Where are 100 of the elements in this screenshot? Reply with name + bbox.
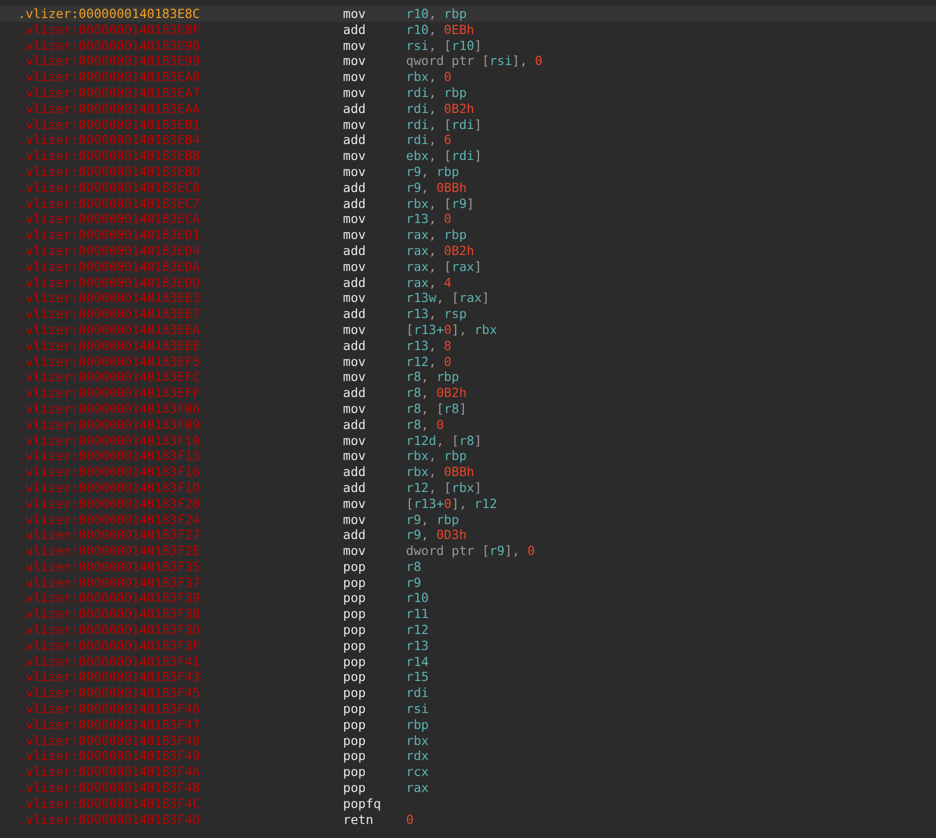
mnemonic-text: add — [343, 527, 367, 544]
address-text: .vlizer:0000000140183EEE — [18, 338, 201, 354]
code-line[interactable]: .vlizer:0000000140183F39 pop r10 — [0, 590, 936, 606]
operand-text: r13w, [rax] — [406, 290, 490, 306]
code-line[interactable]: .vlizer:0000000140183F1D add r12, [rbx] — [0, 480, 936, 496]
address-text: .vlizer:0000000140183EE7 — [18, 306, 201, 322]
code-line[interactable]: .vlizer:0000000140183F09 add r8, 0 — [0, 416, 936, 433]
operand-text: r9, rbp — [406, 512, 460, 528]
operand-text: rax, rbp — [406, 227, 467, 243]
code-line[interactable]: .vlizer:0000000140183EFC mov r8, rbp — [0, 369, 936, 386]
mnemonic-text: pop — [343, 748, 367, 764]
operand-text: r8, 0 — [406, 416, 444, 433]
address-text: .vlizer:0000000140183F09 — [18, 416, 201, 433]
code-line[interactable]: .vlizer:0000000140183F10 mov r12d, [r8] — [0, 432, 936, 448]
code-line[interactable]: .vlizer:0000000140183F37 pop r9 — [0, 574, 936, 590]
code-line[interactable]: .vlizer:0000000140183EB4 add rdi, 6 — [0, 132, 936, 148]
code-line[interactable]: .vlizer:0000000140183F49 pop rdx — [0, 748, 936, 764]
mnemonic-text: add — [343, 416, 367, 433]
mnemonic-text: add — [343, 480, 367, 496]
code-line[interactable]: .vlizer:0000000140183ECA mov r13, 0 — [0, 211, 936, 228]
code-line[interactable]: .vlizer:0000000140183E8F add r10, 0EBh — [0, 22, 936, 38]
address-text: .vlizer:0000000140183F37 — [18, 574, 201, 590]
code-line[interactable]: .vlizer:0000000140183EC0 add r9, 0BBh — [0, 180, 936, 196]
address-text: .vlizer:0000000140183F4C — [18, 796, 201, 812]
address-text: .vlizer:0000000140183F24 — [18, 512, 201, 528]
operand-text: r12, 0 — [406, 354, 452, 370]
mnemonic-text: add — [343, 132, 367, 148]
code-line[interactable]: .vlizer:0000000140183F24 mov r9, rbp — [0, 512, 936, 528]
code-line[interactable]: .vlizer:0000000140183F45 pop rdi — [0, 685, 936, 702]
code-line[interactable]: .vlizer:0000000140183F4A pop rcx — [0, 764, 936, 780]
operand-text: r12 — [406, 622, 429, 638]
code-line[interactable]: .vlizer:0000000140183EA7 mov rdi, rbp — [0, 84, 936, 101]
code-line[interactable]: .vlizer:0000000140183F41 pop r14 — [0, 654, 936, 670]
mnemonic-text: mov — [343, 496, 367, 512]
address-text: .vlizer:0000000140183E99 — [18, 53, 201, 70]
operand-text: r11 — [406, 606, 429, 622]
code-line[interactable]: .vlizer:0000000140183F48 pop rbx — [0, 732, 936, 748]
address-text: .vlizer:0000000140183F3F — [18, 638, 201, 654]
address-text: .vlizer:0000000140183F48 — [18, 732, 201, 748]
code-line[interactable]: .vlizer:0000000140183F3B pop r11 — [0, 606, 936, 622]
code-line[interactable]: .vlizer:0000000140183E99 mov qword ptr [rsi], 0 — [0, 53, 936, 70]
address-text: .vlizer:0000000140183F46 — [18, 701, 201, 717]
address-text: .vlizer:0000000140183EC7 — [18, 196, 201, 212]
code-line[interactable]: .vlizer:0000000140183EE7 add r13, rsp — [0, 306, 936, 322]
mnemonic-text: pop — [343, 654, 367, 670]
code-line[interactable]: .vlizer:0000000140183F16 add rbx, 0BBh — [0, 464, 936, 480]
code-line[interactable]: .vlizer:0000000140183F27 add r9, 0D3h — [0, 527, 936, 544]
code-line[interactable]: .vlizer:0000000140183F3D pop r12 — [0, 622, 936, 638]
mnemonic-text: mov — [343, 400, 367, 417]
operand-text: r10 — [406, 590, 429, 606]
code-line[interactable]: .vlizer:0000000140183EA0 mov rbx, 0 — [0, 69, 936, 85]
code-line[interactable]: .vlizer:0000000140183EDD add rax, 4 — [0, 274, 936, 290]
code-line[interactable]: .vlizer:0000000140183F3F pop r13 — [0, 638, 936, 654]
address-text: .vlizer:0000000140183EB4 — [18, 132, 201, 148]
code-line[interactable]: .vlizer:0000000140183EEE add r13, 8 — [0, 338, 936, 354]
mnemonic-text: mov — [343, 116, 367, 132]
mnemonic-text: add — [343, 385, 367, 401]
code-line[interactable]: .vlizer:0000000140183F35 pop r8 — [0, 558, 936, 575]
address-text: .vlizer:0000000140183F10 — [18, 432, 201, 448]
operand-text: rdx — [406, 748, 429, 764]
code-line[interactable]: .vlizer:0000000140183F4B pop rax — [0, 780, 936, 796]
code-line[interactable]: .vlizer:0000000140183F13 mov rbx, rbp — [0, 448, 936, 464]
mnemonic-text: mov — [343, 164, 367, 180]
code-line[interactable]: .vlizer:0000000140183F43 pop r15 — [0, 669, 936, 686]
code-line[interactable]: .vlizer:0000000140183EE3 mov r13w, [rax] — [0, 290, 936, 306]
code-line[interactable]: .vlizer:0000000140183EAA add rdi, 0B2h — [0, 100, 936, 117]
address-text: .vlizer:0000000140183F1D — [18, 480, 201, 496]
address-text: .vlizer:0000000140183E8F — [18, 22, 201, 38]
operand-text: rdi, 6 — [406, 132, 452, 148]
code-line[interactable]: .vlizer:0000000140183F46 pop rsi — [0, 701, 936, 717]
code-line[interactable]: .vlizer:0000000140183E96 mov rsi, [r10] — [0, 38, 936, 54]
code-line[interactable]: .vlizer:0000000140183EBB mov ebx, [rdi] — [0, 148, 936, 164]
code-line[interactable]: .vlizer:0000000140183ED1 mov rax, rbp — [0, 227, 936, 243]
operand-text: rax — [406, 780, 429, 796]
code-line[interactable]: .vlizer:0000000140183F06 mov r8, [r8] — [0, 400, 936, 417]
mnemonic-text: mov — [343, 448, 367, 464]
code-line[interactable]: .vlizer:0000000140183EF5 mov r12, 0 — [0, 354, 936, 370]
code-line[interactable]: .vlizer:0000000140183EBD mov r9, rbp — [0, 164, 936, 180]
operand-text: r13, rsp — [406, 306, 467, 322]
code-line[interactable]: .vlizer:0000000140183F4C popfq — [0, 796, 936, 812]
code-line[interactable]: .vlizer:0000000140183EEA mov [r13+0], rbx — [0, 322, 936, 338]
code-line[interactable]: .vlizer:0000000140183EFF add r8, 0B2h — [0, 385, 936, 401]
address-text: .vlizer:0000000140183E96 — [18, 38, 201, 54]
code-line[interactable]: .vlizer:0000000140183ED4 add rax, 0B2h — [0, 242, 936, 259]
address-text: .vlizer:0000000140183E8C — [18, 6, 201, 22]
code-line[interactable]: .vlizer:0000000140183F2E mov dword ptr [r9], 0 — [0, 543, 936, 559]
code-line[interactable]: .vlizer:0000000140183EB1 mov rdi, [rdi] — [0, 116, 936, 132]
operand-text: ebx, [rdi] — [406, 148, 482, 164]
mnemonic-text: add — [343, 180, 367, 196]
code-line[interactable]: .vlizer:0000000140183F47 pop rbp — [0, 716, 936, 733]
operand-text: rdi — [406, 685, 429, 702]
mnemonic-text: mov — [343, 53, 367, 70]
operand-text: [r13+0], rbx — [406, 322, 498, 338]
code-line[interactable]: .vlizer:0000000140183EC7 add rbx, [r9] — [0, 196, 936, 212]
code-line[interactable]: .vlizer:0000000140183F20 mov [r13+0], r12 — [0, 496, 936, 512]
operand-text: rax, [rax] — [406, 258, 482, 275]
code-line[interactable]: .vlizer:0000000140183F4D retn 0 — [0, 812, 936, 828]
mnemonic-text: pop — [343, 764, 367, 780]
address-text: .vlizer:0000000140183EE3 — [18, 290, 201, 306]
code-line[interactable]: .vlizer:0000000140183EDA mov rax, [rax] — [0, 258, 936, 275]
